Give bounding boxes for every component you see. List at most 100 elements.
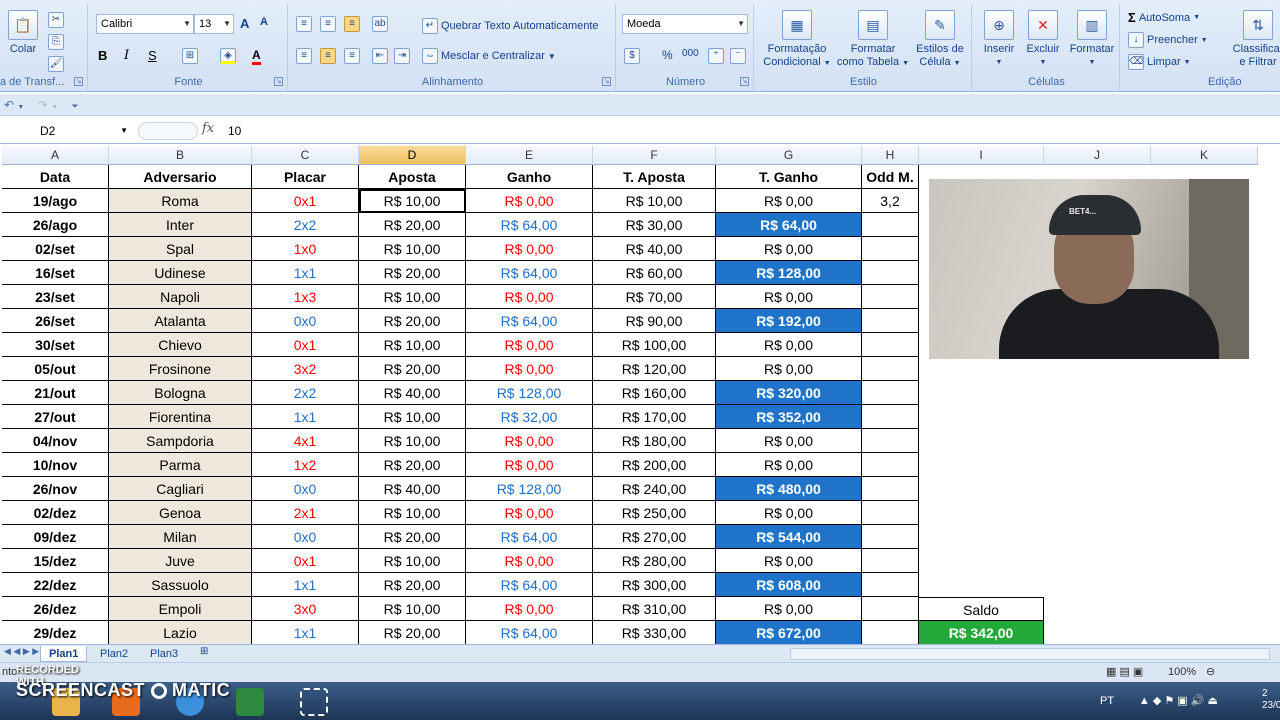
fill-color-button[interactable]: ◈ (220, 48, 236, 64)
odd-cell[interactable] (862, 261, 919, 285)
date-cell[interactable]: 02/dez (2, 501, 109, 525)
align-center-button[interactable]: ≡ (320, 48, 336, 64)
formula-search[interactable] (138, 122, 198, 140)
font-name-select[interactable]: Calibri ▼ (96, 14, 194, 34)
gain-cell[interactable]: R$ 128,00 (466, 477, 593, 501)
header-cell-h[interactable]: Odd M. (862, 165, 919, 189)
bet-cell[interactable]: R$ 40,00 (359, 381, 466, 405)
header-cell-f[interactable]: T. Aposta (593, 165, 716, 189)
name-box[interactable]: D2 ▼ (0, 121, 132, 141)
odd-cell[interactable]: 3,2 (862, 189, 919, 213)
gain-cell[interactable]: R$ 0,00 (466, 333, 593, 357)
merge-center-button[interactable]: ⇔ Mesclar e Centralizar ▼ (422, 48, 556, 64)
number-launcher[interactable]: ↘ (740, 77, 749, 86)
score-cell[interactable]: 2x1 (252, 501, 359, 525)
clear-button[interactable]: ⌫ Limpar ▼ (1128, 54, 1191, 70)
total-bet-cell[interactable]: R$ 60,00 (593, 261, 716, 285)
bet-cell[interactable]: R$ 20,00 (359, 309, 466, 333)
date-cell[interactable]: 02/set (2, 237, 109, 261)
date-cell[interactable]: 23/set (2, 285, 109, 309)
column-header-j[interactable]: J (1044, 146, 1151, 165)
odd-cell[interactable] (862, 501, 919, 525)
borders-button[interactable]: ⊞ (182, 48, 198, 64)
column-header-f[interactable]: F (593, 146, 716, 165)
opponent-cell[interactable]: Lazio (109, 621, 252, 644)
bet-cell[interactable]: R$ 10,00 (359, 501, 466, 525)
score-cell[interactable]: 0x0 (252, 477, 359, 501)
total-gain-cell[interactable]: R$ 0,00 (716, 597, 862, 621)
function-icon[interactable]: fx (202, 121, 214, 136)
total-bet-cell[interactable]: R$ 200,00 (593, 453, 716, 477)
number-format-select[interactable]: Moeda ▼ (622, 14, 748, 34)
date-cell[interactable]: 29/dez (2, 621, 109, 644)
total-gain-cell[interactable]: R$ 128,00 (716, 261, 862, 285)
date-cell[interactable]: 10/nov (2, 453, 109, 477)
gain-cell[interactable]: R$ 64,00 (466, 525, 593, 549)
column-header-i[interactable]: I (919, 146, 1044, 165)
decrease-indent-button[interactable]: ⇤ (372, 48, 388, 64)
column-header-b[interactable]: B (109, 146, 252, 165)
score-cell[interactable]: 1x1 (252, 261, 359, 285)
thousands-button[interactable]: 000 (682, 48, 699, 59)
opponent-cell[interactable]: Roma (109, 189, 252, 213)
bet-cell[interactable]: R$ 10,00 (359, 597, 466, 621)
insert-button[interactable]: ⊕ Inserir ▼ (980, 10, 1018, 69)
total-gain-cell[interactable]: R$ 0,00 (716, 453, 862, 477)
odd-cell[interactable] (862, 237, 919, 261)
percent-button[interactable]: % (662, 48, 673, 62)
total-gain-cell[interactable]: R$ 64,00 (716, 213, 862, 237)
gain-cell[interactable]: R$ 0,00 (466, 189, 593, 213)
chevron-down-icon[interactable]: ▼ (51, 104, 58, 111)
total-bet-cell[interactable]: R$ 170,00 (593, 405, 716, 429)
tab-plan2[interactable]: Plan2 (92, 646, 136, 662)
italic-button[interactable]: I (124, 48, 129, 63)
total-gain-cell[interactable]: R$ 672,00 (716, 621, 862, 644)
tray-icons[interactable]: ▲ ◆ ⚑ ▣ 🔊 ⏏ (1139, 695, 1218, 707)
score-cell[interactable]: 2x2 (252, 213, 359, 237)
wrap-text-button[interactable]: ↵ Quebrar Texto Automaticamente (422, 18, 599, 34)
shrink-font-button[interactable]: A (260, 16, 268, 28)
opponent-cell[interactable]: Napoli (109, 285, 252, 309)
total-bet-cell[interactable]: R$ 90,00 (593, 309, 716, 333)
delete-button[interactable]: ✕ Excluir ▼ (1024, 10, 1062, 69)
excel-icon[interactable] (236, 688, 264, 716)
score-cell[interactable]: 1x1 (252, 573, 359, 597)
date-cell[interactable]: 09/dez (2, 525, 109, 549)
bet-cell[interactable]: R$ 20,00 (359, 261, 466, 285)
total-gain-cell[interactable]: R$ 0,00 (716, 189, 862, 213)
tab-plan1[interactable]: Plan1 (40, 646, 88, 662)
gain-cell[interactable]: R$ 32,00 (466, 405, 593, 429)
align-left-button[interactable]: ≡ (296, 48, 312, 64)
increase-indent-button[interactable]: ⇥ (394, 48, 410, 64)
zoom-out-icon[interactable]: ⊖ (1206, 665, 1215, 678)
odd-cell[interactable] (862, 405, 919, 429)
odd-cell[interactable] (862, 453, 919, 477)
bold-button[interactable]: B (98, 48, 107, 63)
gain-cell[interactable]: R$ 64,00 (466, 213, 593, 237)
opponent-cell[interactable]: Inter (109, 213, 252, 237)
new-sheet-icon[interactable]: ⊞ (200, 646, 208, 657)
total-bet-cell[interactable]: R$ 330,00 (593, 621, 716, 644)
date-cell[interactable]: 30/set (2, 333, 109, 357)
score-cell[interactable]: 3x2 (252, 357, 359, 381)
score-cell[interactable]: 1x2 (252, 453, 359, 477)
align-bottom-button[interactable]: ≡ (344, 16, 360, 32)
font-color-button[interactable]: A (252, 48, 261, 65)
total-gain-cell[interactable]: R$ 320,00 (716, 381, 862, 405)
total-bet-cell[interactable]: R$ 250,00 (593, 501, 716, 525)
opponent-cell[interactable]: Parma (109, 453, 252, 477)
column-header-a[interactable]: A (2, 146, 109, 165)
date-cell[interactable]: 22/dez (2, 573, 109, 597)
score-cell[interactable]: 3x0 (252, 597, 359, 621)
opponent-cell[interactable]: Frosinone (109, 357, 252, 381)
column-header-d[interactable]: D (359, 146, 466, 165)
bet-cell[interactable]: R$ 10,00 (359, 237, 466, 261)
total-gain-cell[interactable]: R$ 544,00 (716, 525, 862, 549)
gain-cell[interactable]: R$ 0,00 (466, 237, 593, 261)
opponent-cell[interactable]: Sampdoria (109, 429, 252, 453)
total-bet-cell[interactable]: R$ 180,00 (593, 429, 716, 453)
saldo-value-cell[interactable]: R$ 342,00 (919, 621, 1044, 644)
opponent-cell[interactable]: Cagliari (109, 477, 252, 501)
total-bet-cell[interactable]: R$ 280,00 (593, 549, 716, 573)
total-bet-cell[interactable]: R$ 300,00 (593, 573, 716, 597)
